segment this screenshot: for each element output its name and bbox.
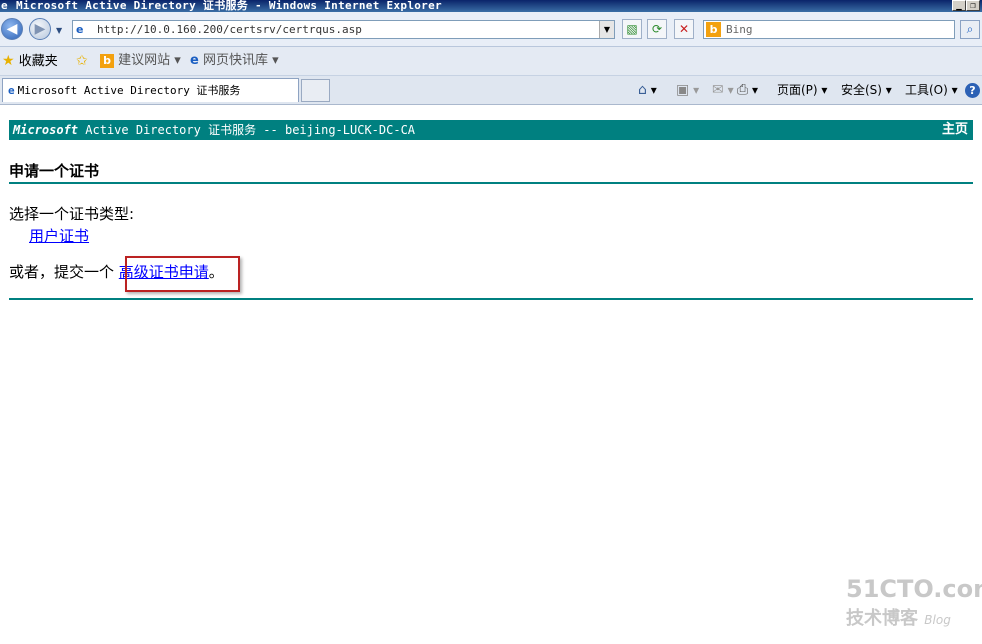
bing-icon: b: [706, 22, 721, 37]
certsrv-header: Microsoft Active Directory 证书服务 -- beiji…: [9, 120, 973, 140]
favorites-star-icon: ★: [2, 53, 15, 69]
address-toolbar: ◀ ▶ ▼ e http://10.0.160.200/certsrv/cert…: [0, 12, 982, 47]
window-title: Microsoft Active Directory 证书服务 - Window…: [16, 0, 442, 12]
search-box[interactable]: b Bing: [703, 20, 955, 39]
microsoft-logo-text: Microsoft: [13, 123, 79, 137]
window-titlebar: e Microsoft Active Directory 证书服务 - Wind…: [0, 0, 982, 12]
home-icon: ⌂: [638, 82, 647, 98]
feeds-button[interactable]: ▣ ▾: [676, 76, 699, 104]
web-slice-gallery-link[interactable]: e 网页快讯库 ▾: [190, 47, 279, 75]
recent-pages-dropdown[interactable]: ▼: [56, 26, 66, 36]
restore-button[interactable]: ❐: [966, 0, 980, 11]
help-button[interactable]: ?: [965, 76, 980, 104]
mail-icon: ✉: [712, 82, 724, 98]
minimize-button[interactable]: ▁: [952, 0, 966, 11]
address-bar[interactable]: e http://10.0.160.200/certsrv/certrqus.a…: [72, 20, 615, 39]
mail-button[interactable]: ✉ ▾: [712, 76, 734, 104]
tab-active[interactable]: e Microsoft Active Directory 证书服务: [2, 78, 299, 102]
search-icon[interactable]: ⌕: [960, 20, 980, 39]
safety-menu[interactable]: 安全(S) ▾: [841, 76, 892, 104]
tab-title: Microsoft Active Directory 证书服务: [17, 84, 241, 97]
forward-button[interactable]: ▶: [29, 18, 51, 40]
add-favorite-icon[interactable]: ✩: [76, 47, 88, 76]
bing-small-icon: b: [100, 53, 114, 68]
home-button[interactable]: ⌂ ▾: [638, 76, 657, 104]
title-divider: [9, 182, 973, 184]
tab-ie-icon: e: [8, 84, 15, 97]
bottom-divider: [9, 298, 973, 300]
watermark-sub-text: 技术博客: [846, 608, 918, 629]
choose-cert-type-label: 选择一个证书类型:: [9, 205, 135, 223]
web-slice-gallery-label: 网页快讯库 ▾: [202, 53, 279, 68]
printer-icon: ⎙: [737, 82, 749, 98]
new-tab-button[interactable]: [301, 79, 330, 102]
suggested-sites-link[interactable]: b 建议网站 ▾: [100, 47, 181, 75]
highlight-box: [125, 256, 240, 292]
watermark-sub: 技术博客 Blog: [846, 608, 951, 631]
or-prefix-text: 或者，提交一个: [9, 263, 119, 281]
page-icon: e: [76, 23, 84, 36]
ie-page-icon: e: [190, 53, 199, 68]
refresh-icon[interactable]: ⟳: [647, 19, 667, 39]
watermark-site: 51CTO.com: [846, 575, 982, 603]
favorites-bar: ★ 收藏夹 ✩ b 建议网站 ▾ e 网页快讯库 ▾: [0, 47, 982, 76]
print-button[interactable]: ⎙ ▾: [737, 76, 758, 104]
page-menu[interactable]: 页面(P) ▾: [777, 76, 827, 104]
favorites-button[interactable]: ★ 收藏夹: [2, 47, 58, 76]
help-icon: ?: [965, 83, 980, 98]
watermark-blog-text: Blog: [924, 613, 951, 627]
compatibility-view-icon[interactable]: ▧: [622, 19, 642, 39]
stop-icon[interactable]: ✕: [674, 19, 694, 39]
home-link[interactable]: 主页: [942, 120, 968, 140]
address-url[interactable]: http://10.0.160.200/certsrv/certrqus.asp: [97, 21, 362, 38]
tools-menu[interactable]: 工具(O) ▾: [905, 76, 958, 104]
address-dropdown-icon[interactable]: ▼: [599, 21, 614, 38]
favorites-label: 收藏夹: [18, 54, 58, 69]
suggested-sites-label: 建议网站 ▾: [118, 53, 181, 68]
certsrv-header-text: Active Directory 证书服务 -- beijing-LUCK-DC…: [85, 123, 416, 137]
certsrv-brand: Microsoft Active Directory 证书服务 -- beiji…: [13, 120, 415, 140]
user-certificate-link[interactable]: 用户证书: [29, 226, 89, 246]
ie-logo-icon: e: [1, 0, 8, 12]
tab-bar: e Microsoft Active Directory 证书服务 ⌂ ▾ ▣ ▾…: [0, 76, 982, 105]
back-button[interactable]: ◀: [1, 18, 23, 40]
page-title: 申请一个证书: [9, 162, 100, 180]
rss-icon: ▣: [676, 82, 690, 98]
search-placeholder[interactable]: Bing: [726, 21, 753, 38]
